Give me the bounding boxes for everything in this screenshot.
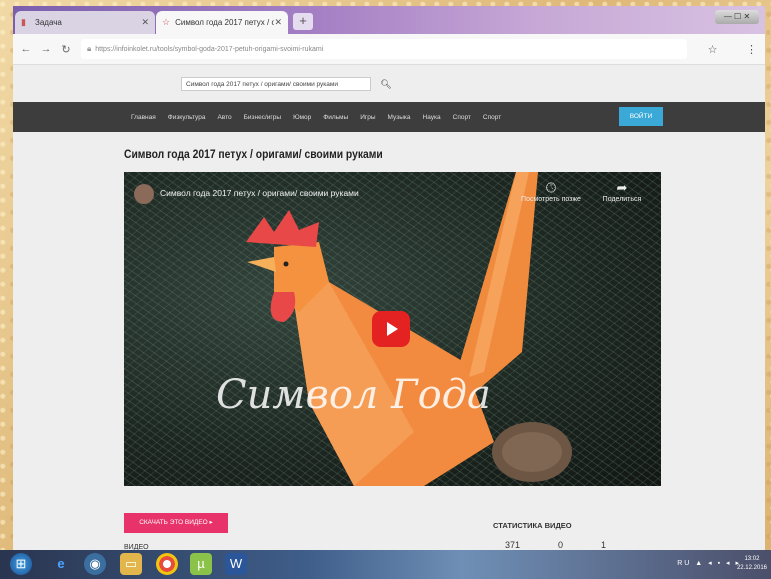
close-icon[interactable]: ✕ (141, 17, 149, 28)
site-navbar: Главная Физкультура Авто Бизнес/игры Юмо… (13, 102, 765, 132)
menu-item[interactable]: Главная (131, 114, 156, 121)
lock-icon: 🔒︎ (87, 44, 92, 53)
menu-icon[interactable]: ⋮ (746, 43, 757, 56)
tab-active[interactable]: ☆ Символ года 2017 петух / ориг ✕ (156, 11, 288, 34)
tab-label: Символ года 2017 петух / ориг (175, 18, 275, 27)
watch-later-label: Посмотреть позже (521, 196, 581, 203)
tab-label: Задача (35, 18, 62, 27)
page-title: Символ года 2017 петух / оригами/ своими… (124, 147, 383, 161)
menu-item[interactable]: Авто (217, 114, 231, 121)
menu-item[interactable]: Музыка (388, 114, 411, 121)
rooster-wattle (270, 292, 296, 322)
menu-item[interactable]: Фильмы (323, 114, 348, 121)
download-video-button[interactable]: СКАЧАТЬ ЭТО ВИДЕО ▸ (124, 513, 228, 533)
login-button[interactable]: ВОЙТИ (619, 107, 663, 126)
rooster-comb (246, 210, 319, 247)
word-icon[interactable]: W (225, 553, 247, 575)
stat-value: 1 (601, 540, 607, 550)
internet-explorer-icon[interactable]: e (50, 553, 72, 575)
torrent-icon[interactable]: µ (190, 553, 212, 575)
menu-item[interactable]: Бизнес/игры (244, 114, 281, 121)
rooster-eye (283, 261, 289, 267)
menu-item[interactable]: Физкультура (168, 114, 206, 121)
clock-time: 13:02 (744, 556, 760, 562)
stat-value: 371 (505, 540, 521, 550)
page-icon: ▮ (21, 17, 26, 27)
channel-avatar[interactable] (134, 184, 154, 204)
address-bar: ← → ↻ 🔒︎ https://infoinkolet.ru/tools/sy… (13, 34, 765, 65)
menu-item[interactable]: Наука (423, 114, 441, 121)
url-text: https://infoinkolet.ru/tools/symbol-goda… (95, 45, 324, 53)
video-player[interactable]: Символ года 2017 петух / оригами/ своими… (124, 172, 661, 486)
taskbar: ⊞ e ◉ ▭ µ W RU ▲ ◂ ▪ ◂ ▸ 13:02 22.12.201… (0, 550, 771, 579)
share-label: Поделиться (602, 196, 642, 203)
url-field[interactable]: 🔒︎ https://infoinkolet.ru/tools/symbol-g… (81, 39, 687, 59)
close-icon[interactable]: ✕ (274, 17, 282, 28)
site-search: Символ года 2017 петух / оригами/ своими… (181, 77, 401, 91)
window-controls[interactable]: — ☐ ✕ (715, 10, 759, 24)
menu-item[interactable]: Юмор (293, 114, 311, 121)
page-icon: ☆ (162, 17, 171, 27)
share-video-button[interactable]: ➦ Поделиться (594, 180, 650, 203)
pine-cone-inner (502, 432, 562, 472)
star-icon[interactable]: ☆ (708, 43, 718, 56)
tab-first[interactable]: ▮ Задача ✕ (15, 11, 155, 34)
clock[interactable]: 13:02 22.12.2016 (737, 555, 767, 573)
search-icon[interactable]: 🔍︎ (377, 77, 395, 91)
site-menu: Главная Физкультура Авто Бизнес/игры Юмо… (131, 102, 501, 132)
video-watermark: Символ Года (216, 372, 491, 418)
play-button[interactable] (372, 311, 410, 347)
browser-window: ▮ Задача ✕ ☆ Символ года 2017 петух / ор… (13, 6, 765, 552)
web-page: Символ года 2017 петух / оригами/ своими… (13, 65, 765, 552)
menu-item[interactable]: Спорт (453, 114, 471, 121)
stat-value: 0 (558, 540, 564, 550)
system-tray[interactable]: RU ▲ ◂ ▪ ◂ ▸ (677, 559, 741, 567)
search-input[interactable]: Символ года 2017 петух / оригами/ своими… (181, 77, 371, 91)
chrome-icon[interactable] (156, 553, 178, 575)
forward-icon[interactable]: → (39, 43, 53, 55)
stats-title: СТАТИСТИКА ВИДЕО (493, 521, 572, 530)
menu-item[interactable]: Игры (360, 114, 375, 121)
watch-later-button[interactable]: 🕓︎ Посмотреть позже (516, 180, 586, 203)
media-player-icon[interactable]: ◉ (84, 553, 106, 575)
share-icon: ➦ (616, 180, 628, 195)
clock-date: 22.12.2016 (736, 565, 767, 571)
clock-icon: 🕓︎ (545, 180, 557, 195)
folder-icon[interactable]: ▭ (120, 553, 142, 575)
back-icon[interactable]: ← (19, 43, 33, 55)
tab-strip: ▮ Задача ✕ ☆ Символ года 2017 петух / ор… (13, 6, 765, 34)
start-button[interactable]: ⊞ (10, 553, 32, 575)
new-tab-button[interactable]: + (293, 13, 313, 30)
reload-icon[interactable]: ↻ (59, 43, 73, 56)
menu-item[interactable]: Спорт (483, 114, 501, 121)
stats-values: 371 0 1 (505, 540, 606, 550)
video-title[interactable]: Символ года 2017 петух / оригами/ своими… (160, 188, 359, 198)
rooster-beak (247, 257, 276, 272)
